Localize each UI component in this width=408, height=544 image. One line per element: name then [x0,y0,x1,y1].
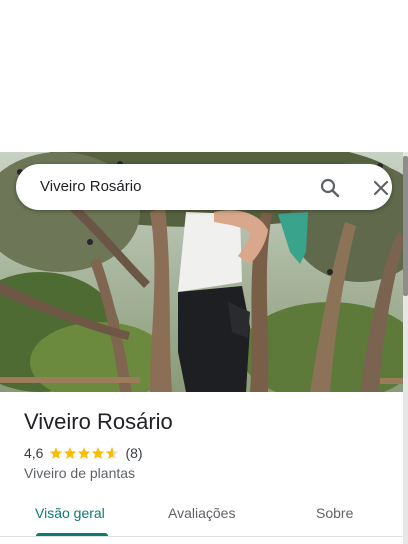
tab-sobre[interactable]: Sobre [316,505,353,521]
search-bar[interactable]: Viveiro Rosário [16,164,392,210]
tabs-divider [0,536,403,537]
tab-visao-geral[interactable]: Visão geral [35,505,105,521]
place-category: Viveiro de plantas [24,465,136,481]
rating-value: 4,6 [24,445,44,461]
rating-row[interactable]: 4,6 (8) [24,444,143,462]
search-icon[interactable] [318,176,342,200]
search-input[interactable]: Viveiro Rosário [40,178,141,195]
tab-bar: Visão geral Avaliações Sobre [0,492,408,536]
star-icon [50,447,63,459]
tab-avaliacoes[interactable]: Avaliações [168,505,235,521]
star-icon [64,447,77,459]
half-star-icon [106,447,119,459]
scrollbar-thumb[interactable] [403,156,408,296]
star-icon [78,447,91,459]
star-icon [92,447,105,459]
place-title: Viveiro Rosário [24,409,173,434]
close-icon[interactable] [369,176,393,200]
review-count[interactable]: (8) [125,445,142,461]
blank-top-area [0,0,408,152]
star-rating [49,446,119,460]
